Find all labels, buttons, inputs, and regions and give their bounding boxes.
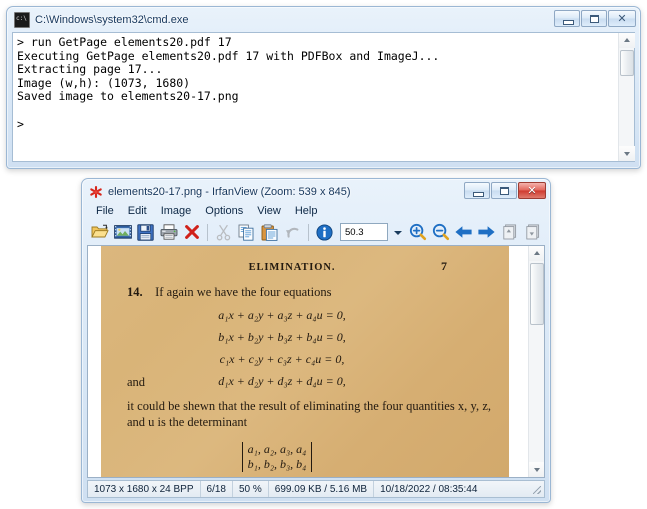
equation-d: d₁x + d₂y + d₃z + d₄u = 0, [218, 374, 346, 388]
cmd-console-output: > run GetPage elements20.pdf 17 Executin… [17, 35, 440, 131]
menu-item-view[interactable]: View [251, 204, 287, 218]
cmd-window-buttons: ✕ [554, 10, 636, 27]
info-icon[interactable] [314, 222, 335, 243]
status-zoom: 50 % [233, 481, 269, 497]
status-dimensions: 1073 x 1680 x 24 BPP [88, 481, 201, 497]
thumbnails-icon[interactable] [112, 222, 133, 243]
zoom-out-icon[interactable] [430, 222, 451, 243]
equation-a: a₁x + a₂y + a₃z + a₄u = 0, [218, 308, 346, 322]
irfanview-maximize-button[interactable] [491, 182, 517, 199]
undo-icon[interactable] [282, 222, 303, 243]
cmd-close-button[interactable]: ✕ [608, 10, 636, 27]
save-icon[interactable] [135, 222, 156, 243]
equation-b: b₁x + b₂y + b₃z + b₄u = 0, [218, 330, 346, 344]
irfanview-statusbar: 1073 x 1680 x 24 BPP 6/18 50 % 699.09 KB… [87, 480, 545, 498]
cmd-title-text: C:\Windows\system32\cmd.exe [35, 13, 189, 26]
irfanview-toolbar: 50.3 [84, 219, 548, 245]
body-paragraph: it could be shewn that the result of eli… [127, 399, 491, 429]
status-datetime: 10/18/2022 / 08:35:44 [380, 483, 478, 495]
determinant-row-a: a₁, a₂, a₃, a₄ [247, 442, 307, 456]
scanned-page-image: ELIMINATION. 7 14. If again we have the … [101, 246, 509, 477]
irfanview-title-text: elements20-17.png - IrfanView (Zoom: 539… [108, 185, 351, 198]
toolbar-separator [207, 223, 208, 241]
cut-icon[interactable] [213, 222, 234, 243]
first-icon[interactable] [499, 222, 520, 243]
chevron-down-icon[interactable] [390, 223, 405, 241]
zoom-combo-input[interactable]: 50.3 [340, 223, 388, 241]
status-filesize: 699.09 KB / 5.16 MB [269, 481, 375, 497]
menu-item-image[interactable]: Image [155, 204, 198, 218]
close-icon: ✕ [527, 184, 537, 197]
image-vertical-scrollbar[interactable] [528, 246, 544, 477]
article-intro-line: 14. If again we have the four equations [127, 284, 491, 300]
irfanview-titlebar[interactable]: elements20-17.png - IrfanView (Zoom: 539… [82, 179, 550, 201]
cmd-vertical-scrollbar[interactable] [618, 33, 635, 161]
irfanview-window-buttons: ✕ [464, 182, 546, 199]
scroll-up-arrow-icon[interactable] [619, 33, 635, 48]
zoom-combo-value: 50.3 [345, 226, 364, 238]
open-icon[interactable] [89, 222, 110, 243]
print-icon[interactable] [158, 222, 179, 243]
irfanview-minimize-button[interactable] [464, 182, 490, 199]
cmd-scrollbar-thumb[interactable] [620, 50, 634, 76]
zoom-in-icon[interactable] [407, 222, 428, 243]
irfanview-window[interactable]: elements20-17.png - IrfanView (Zoom: 539… [81, 178, 551, 503]
scroll-down-arrow-icon[interactable] [529, 462, 544, 477]
image-scrollbar-thumb[interactable] [530, 263, 544, 325]
article-number: 14. [127, 285, 143, 299]
menu-item-options[interactable]: Options [199, 204, 249, 218]
last-icon[interactable] [522, 222, 543, 243]
cmd-window[interactable]: C:\Windows\system32\cmd.exe ✕ > run GetP… [6, 6, 641, 169]
paste-icon[interactable] [259, 222, 280, 243]
delete-icon[interactable] [181, 222, 202, 243]
previous-icon[interactable] [453, 222, 474, 243]
page-number-text: 7 [441, 259, 447, 273]
copy-icon[interactable] [236, 222, 257, 243]
menu-item-help[interactable]: Help [289, 204, 324, 218]
irfanview-starburst-icon [89, 185, 103, 199]
cmd-console-icon [14, 11, 30, 28]
resize-grip-icon[interactable] [530, 483, 542, 495]
menu-item-file[interactable]: File [90, 204, 120, 218]
scroll-up-arrow-icon[interactable] [529, 246, 544, 261]
page-running-header: ELIMINATION. 7 [101, 259, 509, 274]
equation-c: c₁x + c₂y + c₃z + c₄u = 0, [219, 352, 345, 366]
scroll-down-arrow-icon[interactable] [619, 146, 635, 161]
running-head-text: ELIMINATION. [248, 262, 336, 273]
status-index: 6/18 [201, 481, 233, 497]
irfanview-close-button[interactable]: ✕ [518, 182, 546, 199]
close-icon: ✕ [617, 12, 627, 25]
image-canvas[interactable]: ELIMINATION. 7 14. If again we have the … [88, 246, 528, 477]
determinant-row-b: b₁, b₂, b₃, b₄ [247, 457, 307, 471]
determinant-bars: a₁, a₂, a₃, a₄ b₁, b₂, b₃, b₄ [241, 442, 313, 472]
determinant-block: a₁, a₂, a₃, a₄ b₁, b₂, b₃, b₄ [101, 442, 509, 472]
cmd-client-area[interactable]: > run GetPage elements20.pdf 17 Executin… [12, 32, 635, 162]
article-intro-text: If again we have the four equations [155, 285, 332, 299]
cmd-titlebar[interactable]: C:\Windows\system32\cmd.exe ✕ [7, 7, 640, 29]
irfanview-menubar: File Edit Image Options View Help [84, 202, 548, 219]
cmd-minimize-button[interactable] [554, 10, 580, 27]
toolbar-separator [308, 223, 309, 241]
irfanview-image-area[interactable]: ELIMINATION. 7 14. If again we have the … [87, 245, 545, 478]
cmd-maximize-button[interactable] [581, 10, 607, 27]
next-icon[interactable] [476, 222, 497, 243]
menu-item-edit[interactable]: Edit [122, 204, 153, 218]
and-label: and [127, 375, 146, 389]
